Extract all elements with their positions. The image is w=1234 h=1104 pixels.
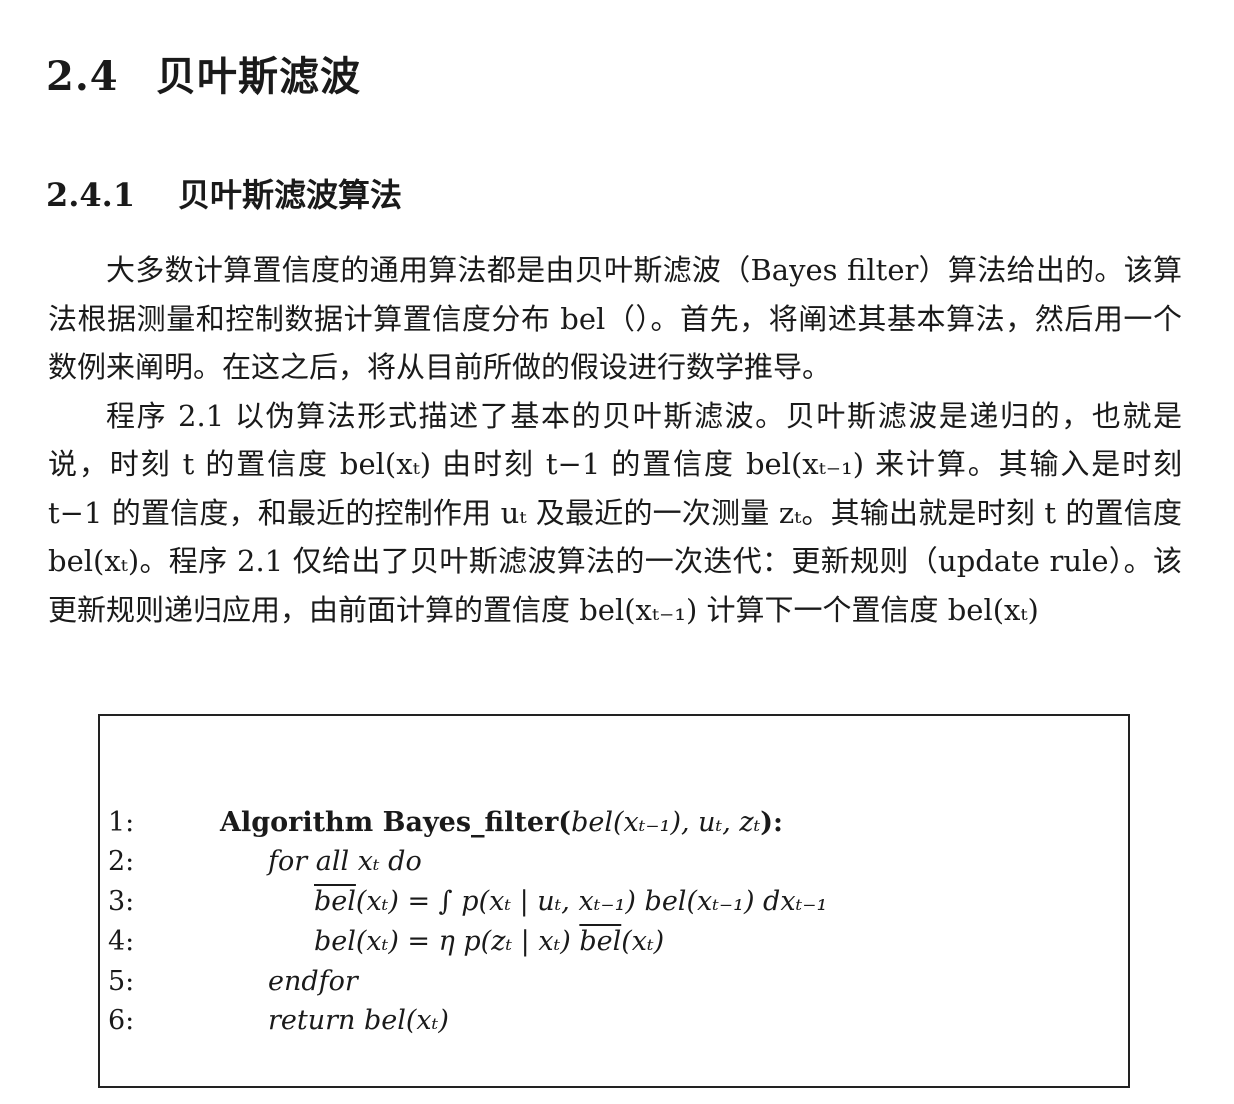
paragraph-program-description: 程序 2.1 以伪算法形式描述了基本的贝叶斯滤波。贝叶斯滤波是递归的，也就是说，…: [48, 398, 1182, 627]
algorithm-line-3: 3: bel(xₜ) = ∫ p(xₜ | uₜ, xₜ₋₁) bel(xₜ₋₁…: [108, 882, 827, 922]
line-number: 4:: [108, 926, 135, 957]
paragraph-intro: 大多数计算置信度的通用算法都是由贝叶斯滤波（Bayes filter）算法给出的…: [48, 253, 1182, 384]
algorithm-line-4: 4: bel(xₜ) = η p(zₜ | xₜ) bel(xₜ): [108, 922, 664, 962]
algorithm-header-close: ):: [760, 807, 784, 838]
bel-bar: bel: [579, 926, 622, 957]
section-title: 贝叶斯滤波: [156, 53, 361, 100]
algorithm-line-6: 6: return bel(xₜ): [108, 1001, 449, 1041]
bel-bar: bel: [314, 886, 356, 917]
algorithm-header: Algorithm Bayes_filter(bel(xₜ₋₁), uₜ, zₜ…: [220, 803, 783, 843]
section-heading: 2.4 贝叶斯滤波: [46, 44, 361, 102]
subsection-heading: 2.4.1 贝叶斯滤波算法: [46, 170, 402, 216]
subsection-title: 贝叶斯滤波算法: [178, 176, 403, 214]
algorithm-keyword: Algorithm Bayes_filter(: [220, 807, 572, 838]
prediction-formula: (xₜ) = ∫ p(xₜ | uₜ, xₜ₋₁) bel(xₜ₋₁) dxₜ₋…: [355, 886, 828, 917]
body-text: 大多数计算置信度的通用算法都是由贝叶斯滤波（Bayes filter）算法给出的…: [48, 246, 1182, 634]
line-number: 6:: [108, 1005, 135, 1036]
prediction-step: bel(xₜ) = ∫ p(xₜ | uₜ, xₜ₋₁) bel(xₜ₋₁) d…: [314, 882, 827, 922]
line-number: 1:: [108, 807, 135, 838]
line-number: 5:: [108, 966, 135, 997]
for-statement: for all xₜ do: [268, 846, 422, 877]
line-number: 3:: [108, 886, 135, 917]
return-statement: return bel(xₜ): [268, 1005, 449, 1036]
algorithm-line-1: 1: Algorithm Bayes_filter(bel(xₜ₋₁), uₜ,…: [108, 803, 783, 843]
line-number: 2:: [108, 846, 135, 877]
subsection-number: 2.4.1: [46, 176, 136, 214]
correction-formula-left: bel(xₜ) = η p(zₜ | xₜ): [314, 926, 580, 957]
endfor-statement: endfor: [268, 966, 358, 997]
correction-step: bel(xₜ) = η p(zₜ | xₜ) bel(xₜ): [314, 922, 664, 962]
algorithm-args: bel(xₜ₋₁), uₜ, zₜ: [571, 807, 761, 838]
algorithm-line-5: 5: endfor: [108, 962, 358, 1002]
correction-formula-right: (xₜ): [621, 926, 665, 957]
algorithm-line-2: 2: for all xₜ do: [108, 842, 422, 882]
algorithm-box: 1: Algorithm Bayes_filter(bel(xₜ₋₁), uₜ,…: [98, 714, 1130, 1088]
section-number: 2.4: [46, 53, 119, 100]
